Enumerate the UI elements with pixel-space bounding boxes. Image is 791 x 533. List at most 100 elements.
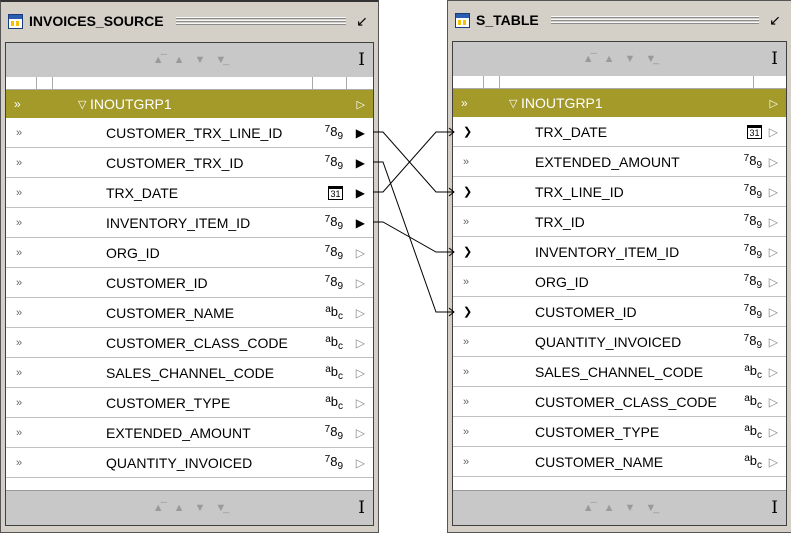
field-row[interactable]: » CUSTOMER_NAME abc ▷ — [453, 447, 786, 477]
port-flag-icon[interactable]: ▷ — [357, 98, 365, 111]
port-flag-icon[interactable]: ▷ — [769, 185, 778, 199]
port-flag-icon[interactable]: ▷ — [356, 336, 365, 350]
minimize-icon[interactable]: ↙ — [356, 13, 368, 30]
chevron-right-icon[interactable]: » — [14, 97, 21, 111]
port-flag-icon[interactable]: ▷ — [769, 395, 778, 409]
scroll-top-icon[interactable]: ▲̅ — [583, 502, 594, 514]
port-flag-icon[interactable]: ▷ — [769, 125, 778, 139]
scroll-top-icon[interactable]: ▲̅ — [153, 502, 164, 514]
port-flag-icon[interactable]: ▷ — [769, 215, 778, 229]
chevron-right-icon[interactable]: ❯ — [463, 125, 472, 138]
port-flag-icon[interactable]: ▷ — [769, 275, 778, 289]
port-flag-icon[interactable]: ▷ — [356, 456, 365, 470]
field-row[interactable]: » QUANTITY_INVOICED 789 ▷ — [453, 327, 786, 357]
port-flag-icon[interactable]: ▷ — [770, 97, 778, 110]
scroll-down-icon[interactable]: ▼ — [195, 502, 206, 514]
mapping-link[interactable] — [373, 161, 454, 313]
field-row[interactable]: ❯ CUSTOMER_ID 789 ▷ — [453, 297, 786, 327]
field-row[interactable]: » ORG_ID 789 ▷ — [453, 267, 786, 297]
scroll-up-icon[interactable]: ▲ — [174, 502, 185, 514]
field-row[interactable]: » CUSTOMER_TRX_LINE_ID 789 ▶ — [6, 118, 373, 148]
field-row[interactable]: » SALES_CHANNEL_CODE abc ▷ — [453, 357, 786, 387]
port-flag-icon[interactable]: ▷ — [356, 306, 365, 320]
group-row[interactable]: » ▽ INOUTGRP1 ▷ — [6, 90, 373, 118]
chevron-right-icon[interactable]: » — [463, 336, 469, 348]
s-table-panel[interactable]: S_TABLE ↙ ▲̅ ▲ ▼ ▼̲ Ⅰ » ▽ INOUTGRP1 ▷ ❯ T… — [447, 0, 791, 533]
scroll-down-icon[interactable]: ▼ — [625, 53, 636, 65]
scroll-bottom-icon[interactable]: ▼̲ — [645, 502, 656, 514]
port-flag-icon[interactable]: ▷ — [769, 425, 778, 439]
chevron-right-icon[interactable]: » — [16, 157, 22, 169]
chevron-right-icon[interactable]: » — [16, 277, 22, 289]
chevron-right-icon[interactable]: » — [16, 397, 22, 409]
port-flag-icon[interactable]: ▷ — [769, 305, 778, 319]
field-row[interactable]: » QUANTITY_INVOICED 789 ▷ — [6, 448, 373, 478]
text-cursor-icon[interactable]: Ⅰ — [771, 49, 778, 69]
field-row[interactable]: » EXTENDED_AMOUNT 789 ▷ — [6, 418, 373, 448]
port-flag-icon[interactable]: ▷ — [356, 276, 365, 290]
text-cursor-icon[interactable]: Ⅰ — [358, 50, 365, 70]
scroll-top-icon[interactable]: ▲̅ — [583, 53, 594, 65]
scroll-down-icon[interactable]: ▼ — [625, 502, 636, 514]
field-row[interactable]: » ORG_ID 789 ▷ — [6, 238, 373, 268]
drag-grip[interactable] — [175, 16, 346, 26]
group-row[interactable]: » ▽ INOUTGRP1 ▷ — [453, 89, 786, 117]
port-flag-icon[interactable]: ▶ — [356, 156, 365, 170]
field-row[interactable]: » SALES_CHANNEL_CODE abc ▷ — [6, 358, 373, 388]
scroll-down-icon[interactable]: ▼ — [195, 54, 206, 66]
mapping-link[interactable] — [373, 221, 454, 253]
scroll-bottom-icon[interactable]: ▼̲ — [215, 502, 226, 514]
chevron-right-icon[interactable]: » — [16, 427, 22, 439]
field-row[interactable]: » CUSTOMER_TRX_ID 789 ▶ — [6, 148, 373, 178]
chevron-right-icon[interactable]: » — [461, 96, 468, 110]
field-row[interactable]: » CUSTOMER_CLASS_CODE abc ▷ — [453, 387, 786, 417]
collapse-icon[interactable]: ▽ — [509, 97, 517, 110]
port-flag-icon[interactable]: ▶ — [356, 216, 365, 230]
chevron-right-icon[interactable]: » — [463, 456, 469, 468]
chevron-right-icon[interactable]: » — [16, 367, 22, 379]
field-row[interactable]: » CUSTOMER_NAME abc ▷ — [6, 298, 373, 328]
field-row[interactable]: » TRX_DATE 31 ▶ — [6, 178, 373, 208]
field-row[interactable]: ❯ TRX_DATE 31 ▷ — [453, 117, 786, 147]
port-flag-icon[interactable]: ▷ — [356, 426, 365, 440]
text-cursor-icon[interactable]: Ⅰ — [358, 498, 365, 518]
port-flag-icon[interactable]: ▷ — [356, 366, 365, 380]
chevron-right-icon[interactable]: ❯ — [463, 185, 472, 198]
chevron-right-icon[interactable]: » — [463, 156, 469, 168]
port-flag-icon[interactable]: ▷ — [769, 365, 778, 379]
chevron-right-icon[interactable]: » — [16, 127, 22, 139]
field-row[interactable]: » CUSTOMER_CLASS_CODE abc ▷ — [6, 328, 373, 358]
port-flag-icon[interactable]: ▷ — [356, 246, 365, 260]
scroll-up-icon[interactable]: ▲ — [604, 502, 615, 514]
field-row[interactable]: » CUSTOMER_ID 789 ▷ — [6, 268, 373, 298]
field-row[interactable]: » INVENTORY_ITEM_ID 789 ▶ — [6, 208, 373, 238]
scroll-bottom-icon[interactable]: ▼̲ — [215, 54, 226, 66]
chevron-right-icon[interactable]: ❯ — [463, 305, 472, 318]
chevron-right-icon[interactable]: » — [463, 396, 469, 408]
chevron-right-icon[interactable]: » — [16, 337, 22, 349]
chevron-right-icon[interactable]: » — [16, 247, 22, 259]
chevron-right-icon[interactable]: » — [463, 276, 469, 288]
chevron-right-icon[interactable]: » — [463, 366, 469, 378]
port-flag-icon[interactable]: ▶ — [356, 186, 365, 200]
text-cursor-icon[interactable]: Ⅰ — [771, 498, 778, 518]
panel-titlebar[interactable]: S_TABLE ↙ — [452, 5, 787, 35]
scroll-top-icon[interactable]: ▲̅ — [153, 54, 164, 66]
field-row[interactable]: » TRX_ID 789 ▷ — [453, 207, 786, 237]
port-flag-icon[interactable]: ▷ — [356, 396, 365, 410]
chevron-right-icon[interactable]: » — [16, 307, 22, 319]
field-row[interactable]: » CUSTOMER_TYPE abc ▷ — [453, 417, 786, 447]
mapping-link[interactable] — [373, 131, 454, 193]
field-row[interactable]: » CUSTOMER_TYPE abc ▷ — [6, 388, 373, 418]
chevron-right-icon[interactable]: » — [16, 457, 22, 469]
field-row[interactable]: ❯ TRX_LINE_ID 789 ▷ — [453, 177, 786, 207]
scroll-up-icon[interactable]: ▲ — [174, 54, 185, 66]
port-flag-icon[interactable]: ▷ — [769, 335, 778, 349]
field-row[interactable]: » EXTENDED_AMOUNT 789 ▷ — [453, 147, 786, 177]
invoices-source-panel[interactable]: INVOICES_SOURCE ↙ ▲̅ ▲ ▼ ▼̲ Ⅰ » ▽ INOUTG… — [0, 0, 379, 533]
drag-grip[interactable] — [550, 15, 759, 25]
port-flag-icon[interactable]: ▷ — [769, 245, 778, 259]
minimize-icon[interactable]: ↙ — [769, 12, 781, 29]
port-flag-icon[interactable]: ▷ — [769, 155, 778, 169]
chevron-right-icon[interactable]: » — [463, 426, 469, 438]
